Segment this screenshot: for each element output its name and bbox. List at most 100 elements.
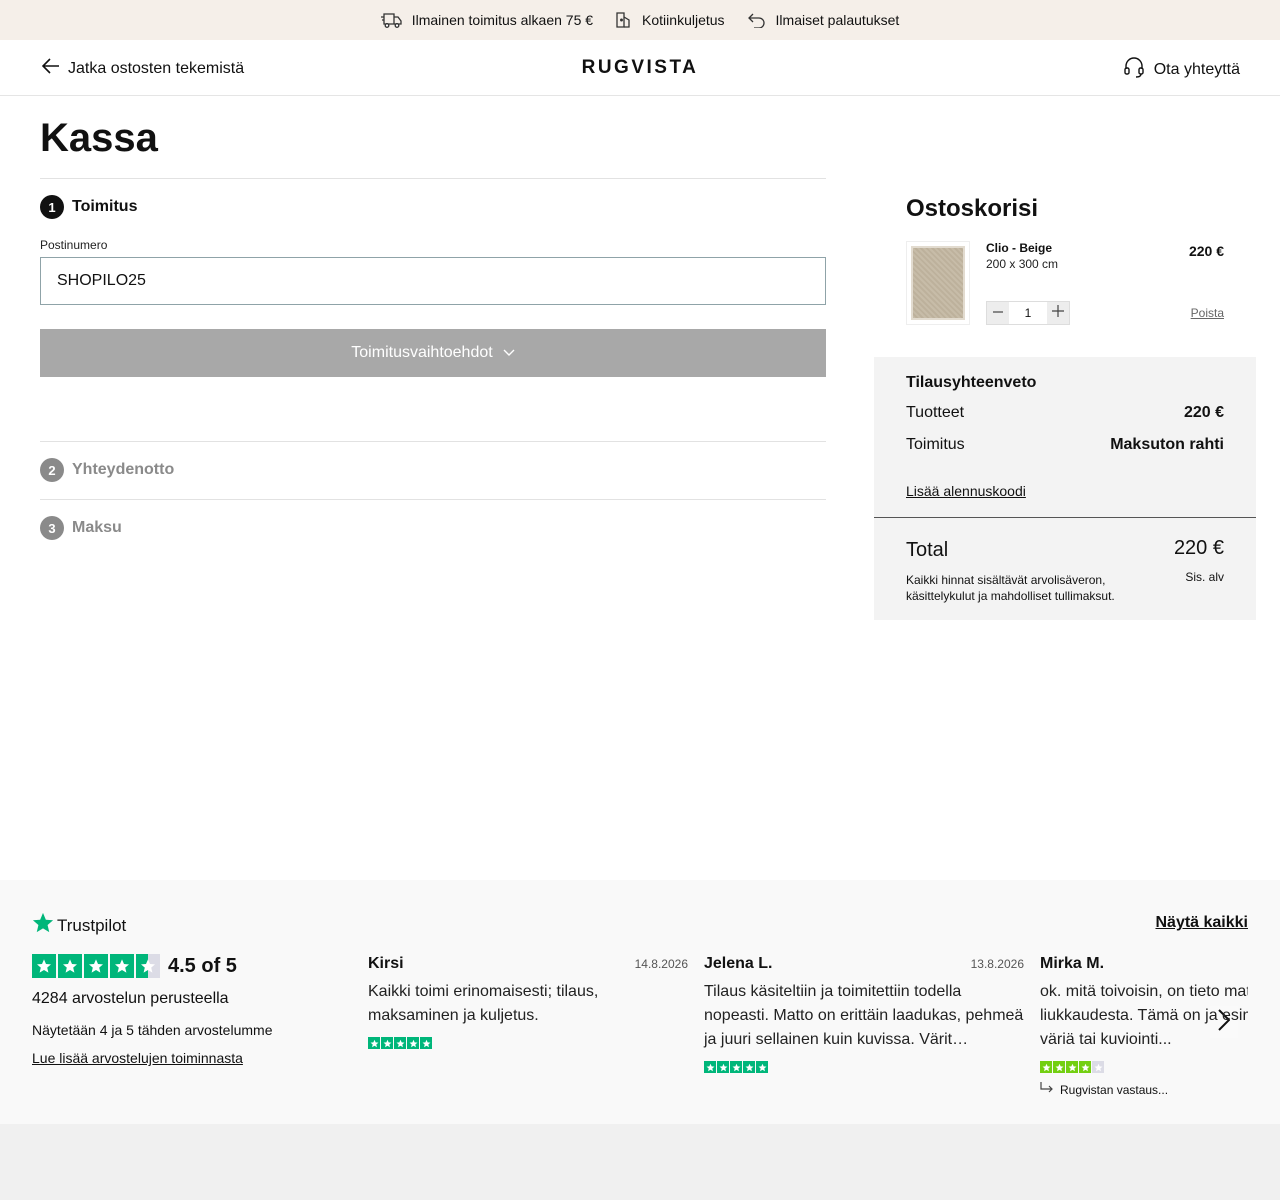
perk-free-returns: Ilmaiset palautukset xyxy=(747,12,900,28)
review-stars xyxy=(704,1061,768,1073)
contact-link[interactable]: Ota yhteyttä xyxy=(1123,56,1240,83)
remove-item-link[interactable]: Poista xyxy=(1150,306,1224,320)
star-icon xyxy=(717,1061,729,1073)
continue-shopping-link[interactable]: Jatka ostosten tekemistä xyxy=(41,58,245,79)
product-size: 200 x 300 cm xyxy=(986,257,1059,271)
postal-code-label: Postinumero xyxy=(40,238,108,252)
review-text: ok. mitä toivoisin, on tieto mat liukkau… xyxy=(1040,983,1248,1048)
star-icon xyxy=(730,1061,742,1073)
cart-title: Ostoskorisi xyxy=(906,195,1039,222)
step-contact: 2 Yhteydenotto xyxy=(40,458,174,482)
reviewer-name: Mirka M. xyxy=(1040,955,1105,972)
quantity-value[interactable]: 1 xyxy=(1009,302,1047,324)
star-icon xyxy=(32,954,56,978)
trustpilot-logo[interactable]: Trustpilot xyxy=(32,912,126,939)
product-price: 220 € xyxy=(1188,243,1224,259)
step-label: Toimitus xyxy=(72,198,138,215)
reply-label: Rugvistan vastaus... xyxy=(1060,1082,1169,1097)
order-summary: Tilausyhteenveto Tuotteet 220 € Toimitus… xyxy=(874,357,1256,620)
star-icon xyxy=(381,1037,393,1049)
perks-bar: Ilmainen toimitus alkaen 75 € Kotiinkulj… xyxy=(0,0,1280,40)
shipping-options-button[interactable]: Toimitusvaihtoehdot xyxy=(40,329,826,377)
price-disclaimer: Kaikki hinnat sisältävät arvolisäveron, … xyxy=(906,573,1115,603)
perk-home-delivery: Kotiinkuljetus xyxy=(615,11,725,29)
product-image[interactable] xyxy=(906,241,970,325)
total-label: Total xyxy=(906,539,949,561)
star-icon xyxy=(407,1037,419,1049)
star-icon xyxy=(1066,1061,1078,1073)
vat-note: Sis. alv xyxy=(1185,570,1224,584)
reviewer-name: Kirsi xyxy=(368,955,404,972)
star-icon xyxy=(1053,1061,1065,1073)
review-count: 4284 arvostelun perusteella xyxy=(32,990,229,1007)
review-stars xyxy=(368,1037,432,1049)
step-label: Maksu xyxy=(72,519,122,536)
review-filter-note: Näytetään 4 ja 5 tähden arvostelumme xyxy=(32,1022,273,1038)
footer xyxy=(0,1124,1280,1200)
star-icon xyxy=(32,912,54,939)
trustpilot-brand: Trustpilot xyxy=(57,915,127,935)
decrease-quantity-button[interactable] xyxy=(987,302,1009,324)
increase-quantity-button[interactable] xyxy=(1047,302,1069,324)
contact-label: Ota yhteyttä xyxy=(1153,60,1240,78)
star-icon xyxy=(58,954,82,978)
chevron-down-icon xyxy=(503,344,515,362)
perk-label: Kotiinkuljetus xyxy=(642,12,725,28)
reviewer-name: Jelena L. xyxy=(704,955,773,972)
perk-free-shipping: Ilmainen toimitus alkaen 75 € xyxy=(380,11,593,29)
step-number: 2 xyxy=(40,458,64,482)
half-star-icon xyxy=(136,954,160,978)
minus-icon xyxy=(993,304,1003,322)
headset-icon xyxy=(1123,56,1145,83)
rating-stars xyxy=(32,954,160,978)
rating-score: 4.5 of 5 xyxy=(168,955,237,977)
divider xyxy=(40,178,826,179)
divider xyxy=(874,517,1256,518)
empty-star-icon xyxy=(1092,1061,1104,1073)
step-payment: 3 Maksu xyxy=(40,516,122,540)
step-shipping: 1 Toimitus xyxy=(40,195,137,219)
page-title: Kassa xyxy=(40,116,158,160)
summary-title: Tilausyhteenveto xyxy=(906,374,1037,391)
star-icon xyxy=(1079,1061,1091,1073)
reply-arrow-icon xyxy=(1040,1082,1054,1097)
perk-label: Ilmaiset palautukset xyxy=(775,12,900,28)
truck-icon xyxy=(380,11,403,29)
star-icon xyxy=(84,954,108,978)
arrow-left-icon xyxy=(41,58,60,79)
continue-shopping-label: Jatka ostosten tekemistä xyxy=(68,59,245,77)
star-icon xyxy=(420,1037,432,1049)
summary-row-value: Maksuton rahti xyxy=(1110,436,1224,453)
shipping-options-label: Toimitusvaihtoehdot xyxy=(351,344,493,361)
postal-code-input[interactable] xyxy=(40,257,826,305)
quantity-stepper: 1 xyxy=(986,301,1070,325)
star-icon xyxy=(1040,1061,1052,1073)
review-date: 13.8.2026 xyxy=(970,957,1024,971)
review-text: Kaikki toimi erinomaisesti; tilaus, maks… xyxy=(368,983,599,1024)
summary-row-label: Tuotteet xyxy=(906,404,965,421)
product-name[interactable]: Clio - Beige xyxy=(986,241,1052,255)
summary-row-value: 220 € xyxy=(1183,404,1224,421)
summary-row-label: Toimitus xyxy=(906,436,965,453)
how-reviews-work-link[interactable]: Lue lisää arvostelujen toiminnasta xyxy=(32,1050,243,1066)
step-label: Yhteydenotto xyxy=(72,461,175,478)
see-all-reviews-link[interactable]: Näytä kaikki xyxy=(1155,914,1248,932)
star-icon xyxy=(704,1061,716,1073)
review-card[interactable]: Mirka M. ok. mitä toivoisin, on tieto ma… xyxy=(1040,955,1248,1105)
total-value: 220 € xyxy=(1173,537,1224,559)
company-reply-link[interactable]: Rugvistan vastaus... xyxy=(1040,1082,1168,1097)
star-icon xyxy=(394,1037,406,1049)
add-discount-code-link[interactable]: Lisää alennuskoodi xyxy=(906,483,1026,499)
divider xyxy=(40,499,826,500)
home-delivery-icon xyxy=(615,11,633,29)
site-header: Jatka ostosten tekemistä RUGVISTA Ota yh… xyxy=(0,40,1280,96)
star-icon xyxy=(110,954,134,978)
star-icon xyxy=(756,1061,768,1073)
step-number: 3 xyxy=(40,516,64,540)
plus-icon xyxy=(1052,304,1064,322)
review-text: Tilaus käsiteltiin ja toimitettiin todel… xyxy=(704,983,1024,1048)
star-icon xyxy=(368,1037,380,1049)
divider xyxy=(40,441,826,442)
star-icon xyxy=(743,1061,755,1073)
return-arrow-icon xyxy=(747,12,767,28)
